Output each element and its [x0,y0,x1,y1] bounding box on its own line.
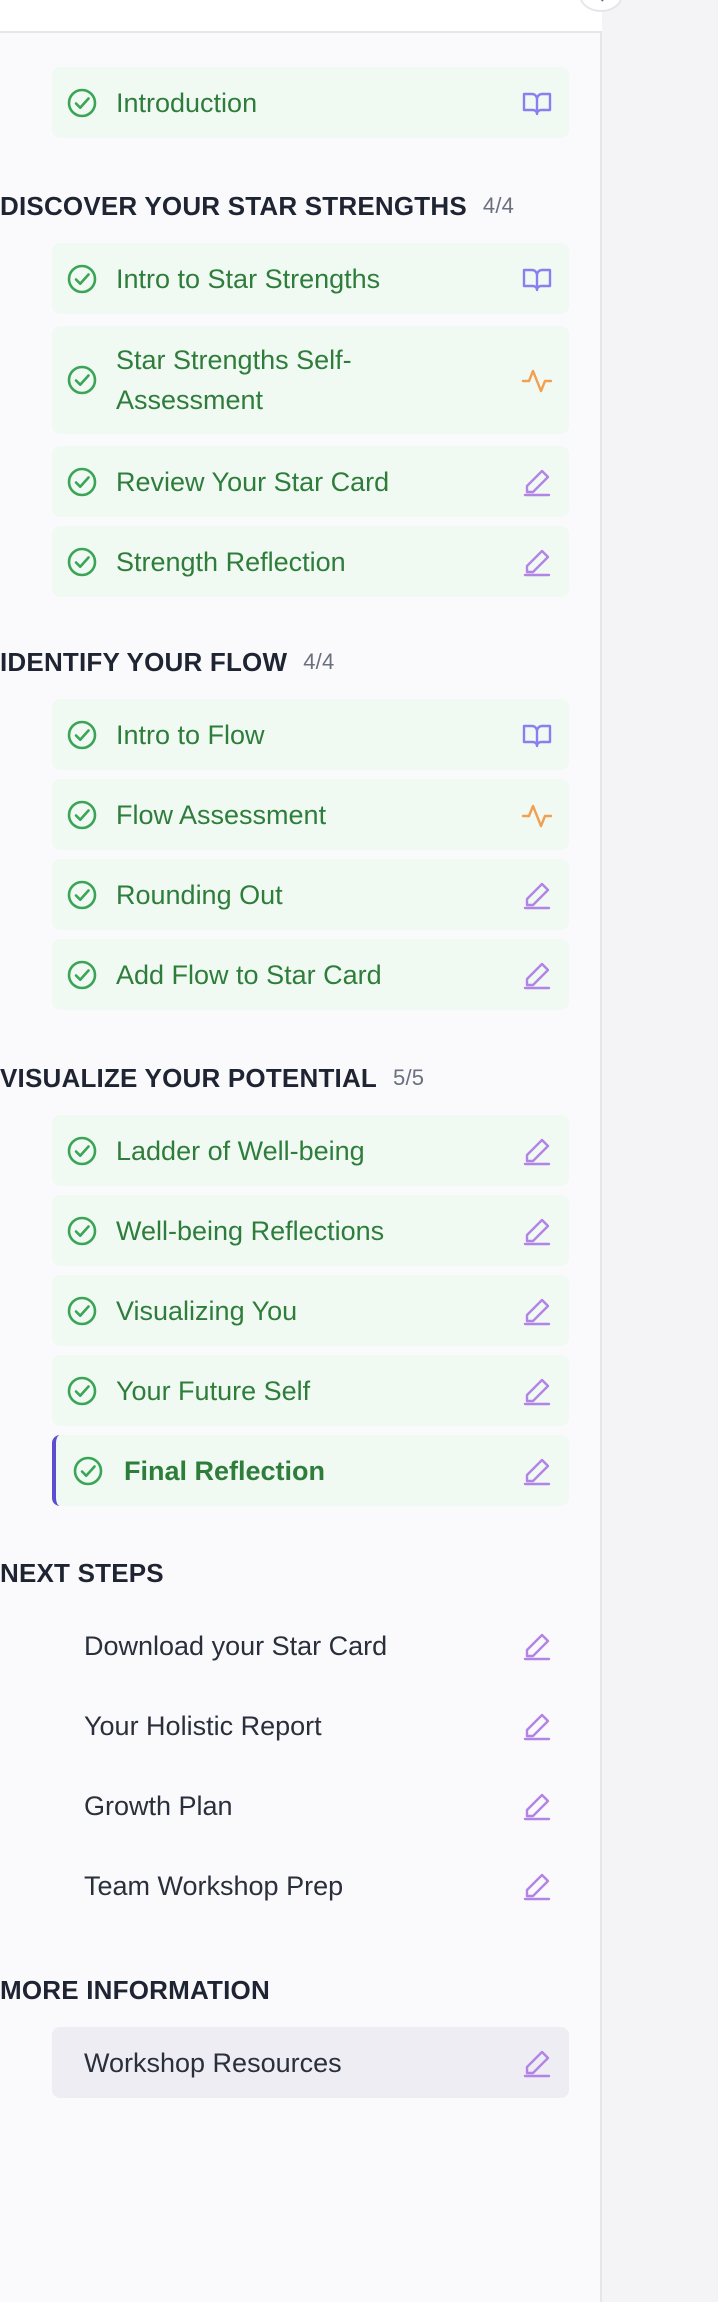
nav-item-label: Download your Star Card [84,1630,388,1661]
check-circle-icon [66,1215,98,1247]
nav-item-download-star-card[interactable]: Download your Star Card [52,1610,569,1681]
pencil-icon [521,466,553,498]
check-circle-icon [66,799,98,831]
pencil-icon [521,879,553,911]
section-header-discover: DISCOVER YOUR STAR STRENGTHS 4/4 [0,188,514,224]
book-icon [521,87,553,119]
nav-item-label: Team Workshop Prep [84,1870,344,1901]
section-title: IDENTIFY YOUR FLOW [0,646,288,677]
check-circle-icon [66,364,98,396]
nav-item-introduction[interactable]: Introduction [52,67,569,138]
nav-item-label: Intro to Flow [116,719,265,750]
check-circle-icon [66,879,98,911]
activity-icon [521,799,553,831]
activity-icon [521,364,553,396]
section-header-next-steps: NEXT STEPS [0,1555,164,1591]
pencil-icon [521,1135,553,1167]
section-progress-count: 5/5 [393,1065,425,1090]
nav-item-rounding-out[interactable]: Rounding Out [52,859,569,930]
nav-item-label: Growth Plan [84,1790,233,1821]
nav-item-label: Visualizing You [116,1295,298,1326]
section-header-flow: IDENTIFY YOUR FLOW 4/4 [0,644,334,680]
nav-item-label: Add Flow to Star Card [116,959,382,990]
nav-item-label: Ladder of Well-being [116,1135,365,1166]
book-icon [521,263,553,295]
check-circle-icon [66,263,98,295]
check-circle-icon [66,1135,98,1167]
section-title: VISUALIZE YOUR POTENTIAL [0,1062,378,1093]
nav-item-strength-reflection[interactable]: Strength Reflection [52,526,569,597]
pencil-icon [521,1710,553,1742]
nav-item-flow-assessment[interactable]: Flow Assessment [52,779,569,850]
pencil-icon [521,1790,553,1822]
check-circle-icon [66,1295,98,1327]
section-progress-count: 4/4 [303,649,335,674]
section-title: NEXT STEPS [0,1557,164,1588]
nav-item-label: Workshop Resources [84,2047,342,2078]
nav-item-add-flow[interactable]: Add Flow to Star Card [52,939,569,1010]
nav-item-review-star-card[interactable]: Review Your Star Card [52,446,569,517]
pencil-icon [521,2047,553,2079]
nav-item-label: Review Your Star Card [116,466,390,497]
nav-item-label: Intro to Star Strengths [116,263,381,294]
section-title: MORE INFORMATION [0,1974,270,2005]
nav-item-label: Final Reflection [124,1455,326,1486]
pencil-icon [521,1630,553,1662]
pencil-icon [521,1870,553,1902]
chevron-left-icon [595,0,607,10]
check-circle-icon [66,1375,98,1407]
nav-item-wellbeing-reflections[interactable]: Well-being Reflections [52,1195,569,1266]
check-circle-icon [72,1455,104,1487]
nav-item-intro-star-strengths[interactable]: Intro to Star Strengths [52,243,569,314]
nav-item-future-self[interactable]: Your Future Self [52,1355,569,1426]
nav-item-growth-plan[interactable]: Growth Plan [52,1770,569,1841]
nav-item-label: Your Future Self [116,1375,311,1406]
nav-item-label: Introduction [116,87,258,118]
pencil-icon [521,546,553,578]
nav-item-self-assessment[interactable]: Star Strengths Self-Assessment [52,326,569,434]
nav-item-final-reflection[interactable]: Final Reflection [52,1435,569,1506]
check-circle-icon [66,87,98,119]
nav-item-visualizing-you[interactable]: Visualizing You [52,1275,569,1346]
pencil-icon [521,1215,553,1247]
sidebar-topbar [0,0,602,33]
section-title: DISCOVER YOUR STAR STRENGTHS [0,190,467,221]
section-header-visualize: VISUALIZE YOUR POTENTIAL 5/5 [0,1060,424,1096]
nav-item-ladder[interactable]: Ladder of Well-being [52,1115,569,1186]
section-header-more-information: MORE INFORMATION [0,1972,270,2008]
check-circle-icon [66,546,98,578]
nav-item-label: Your Holistic Report [84,1710,322,1741]
nav-item-label: Star Strengths Self-Assessment [116,345,352,415]
check-circle-icon [66,959,98,991]
book-icon [521,719,553,751]
nav-item-team-workshop-prep[interactable]: Team Workshop Prep [52,1850,569,1921]
check-circle-icon [66,719,98,751]
pencil-icon [521,1455,553,1487]
nav-item-holistic-report[interactable]: Your Holistic Report [52,1690,569,1761]
nav-item-label: Strength Reflection [116,546,346,577]
nav-item-workshop-resources[interactable]: Workshop Resources [52,2027,569,2098]
nav-item-label: Flow Assessment [116,799,327,830]
section-progress-count: 4/4 [482,193,515,218]
pencil-icon [521,959,553,991]
pencil-icon [521,1375,553,1407]
nav-item-label: Rounding Out [116,879,283,910]
nav-item-label: Well-being Reflections [116,1215,385,1246]
check-circle-icon [66,466,98,498]
sidebar: Introduction DISCOVER YOUR STAR STRENGTH… [0,0,602,2302]
pencil-icon [521,1295,553,1327]
nav-item-intro-flow[interactable]: Intro to Flow [52,699,569,770]
